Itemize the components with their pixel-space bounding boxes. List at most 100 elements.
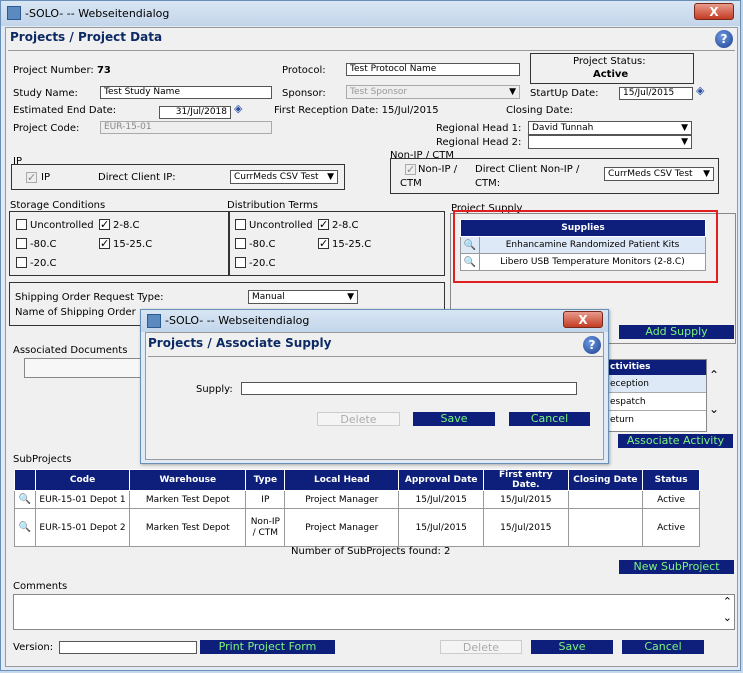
chevron-down-icon: ▼ — [703, 169, 710, 179]
delete-button[interactable]: Delete — [440, 640, 522, 654]
startup-date-label: StartUp Date: — [530, 88, 599, 99]
chevron-down-icon: ▼ — [681, 137, 688, 147]
distribution-2-8c-checkbox[interactable]: ✓ — [318, 219, 329, 230]
direct-client-nonip-select[interactable]: CurrMeds CSV Test ▼ — [604, 167, 714, 181]
comments-textarea[interactable]: ⌃ ⌄ — [13, 594, 735, 630]
shipping-type-label: Shipping Order Request Type: — [15, 292, 164, 303]
column-header: Status — [642, 469, 700, 491]
version-label: Version: — [13, 642, 54, 653]
ip-checkbox-label: IP — [41, 172, 50, 183]
app-icon — [147, 314, 161, 328]
est-end-date-input[interactable]: 31/Jul/2018 — [159, 106, 231, 119]
storage-option-label: -20.C — [30, 258, 57, 269]
regional-head1-select[interactable]: David Tunnah ▼ — [528, 121, 692, 135]
distribution-15-25c-checkbox[interactable]: ✓ — [318, 238, 329, 249]
activity-row[interactable]: espatch — [602, 393, 706, 411]
dialog-save-button[interactable]: Save — [413, 412, 495, 426]
activity-row[interactable]: eturn — [602, 411, 706, 429]
subprojects-table: Code Warehouse Type Local Head Approval … — [14, 469, 700, 547]
nonip-box: ✓ Non-IP / CTM Direct Client Non-IP / CT… — [390, 158, 719, 194]
storage-15-25c-checkbox[interactable]: ✓ — [99, 238, 110, 249]
associated-documents-title: Associated Documents — [13, 345, 128, 356]
project-status-box: Project Status: Active — [530, 53, 694, 84]
associated-documents-list[interactable] — [24, 358, 144, 378]
direct-client-ip-select[interactable]: CurrMeds CSV Test ▼ — [230, 170, 338, 184]
supplies-highlight — [453, 210, 718, 283]
table-row[interactable]: 🔍 EUR-15-01 Depot 2 Marken Test Depot No… — [14, 508, 700, 547]
project-code-label: Project Code: — [13, 123, 80, 134]
subproject-local-head: Project Manager — [284, 508, 400, 547]
direct-client-nonip-label-1: Direct Client Non-IP / — [475, 164, 580, 175]
study-name-input[interactable]: Test Study Name — [100, 86, 272, 99]
subproject-first-entry-date: 15/Jul/2015 — [483, 490, 569, 509]
calendar-icon[interactable]: ◈ — [696, 84, 704, 97]
add-supply-button[interactable]: Add Supply — [619, 325, 734, 339]
distribution-option-label: -80.C — [249, 239, 276, 250]
magnifier-icon[interactable]: 🔍 — [14, 508, 36, 547]
protocol-label: Protocol: — [282, 65, 326, 76]
storage-minus80c-checkbox[interactable] — [16, 238, 27, 249]
distribution-uncontrolled-checkbox[interactable] — [235, 219, 246, 230]
subproject-local-head: Project Manager — [284, 490, 400, 509]
subprojects-title: SubProjects — [13, 454, 72, 465]
nonip-checkbox[interactable]: ✓ — [405, 164, 416, 175]
dialog-delete-button[interactable]: Delete — [317, 412, 400, 426]
project-status-label: Project Status: — [573, 56, 646, 67]
column-header: Closing Date — [567, 469, 644, 491]
nonip-label-1: Non-IP / — [418, 164, 458, 175]
window-titlebar: -SOLO- -- Webseitendialog X — [1, 1, 740, 26]
dialog-content: Projects / Associate Supply ? Supply: De… — [145, 332, 604, 460]
direct-client-ip-label: Direct Client IP: — [98, 172, 176, 183]
sponsor-label: Sponsor: — [282, 88, 326, 99]
distribution-minus80c-checkbox[interactable] — [235, 238, 246, 249]
subproject-warehouse: Marken Test Depot — [129, 508, 247, 547]
dialog-titlebar: -SOLO- -- Webseitendialog X — [141, 310, 608, 332]
help-icon[interactable]: ? — [715, 30, 733, 48]
cancel-button[interactable]: Cancel — [622, 640, 704, 654]
startup-date-input[interactable]: 15/Jul/2015 — [619, 87, 693, 100]
title-divider — [8, 50, 735, 51]
sponsor-select[interactable]: Test Sponsor ▼ — [346, 85, 520, 99]
scroll-up-icon[interactable]: ⌃ — [709, 368, 719, 382]
dialog-cancel-button[interactable]: Cancel — [509, 412, 590, 426]
activity-row[interactable]: eception — [602, 375, 706, 393]
save-button[interactable]: Save — [531, 640, 613, 654]
magnifier-icon[interactable]: 🔍 — [14, 490, 36, 509]
print-project-form-button[interactable]: Print Project Form — [200, 640, 335, 654]
column-header: First entry Date. — [483, 469, 569, 491]
storage-minus20c-checkbox[interactable] — [16, 257, 27, 268]
distribution-minus20c-checkbox[interactable] — [235, 257, 246, 268]
activities-header: ctivities — [602, 360, 706, 375]
subproject-status: Active — [642, 508, 700, 547]
subproject-code: EUR-15-01 Depot 2 — [34, 508, 131, 547]
window-title: -SOLO- -- Webseitendialog — [25, 7, 170, 20]
table-row[interactable]: 🔍 EUR-15-01 Depot 1 Marken Test Depot IP… — [14, 490, 700, 509]
subproject-approval-date: 15/Jul/2015 — [398, 508, 484, 547]
chevron-down-icon: ▼ — [681, 123, 688, 133]
version-input[interactable] — [59, 641, 197, 654]
storage-uncontrolled-checkbox[interactable] — [16, 219, 27, 230]
window-close-button[interactable]: X — [694, 3, 734, 20]
scroll-up-icon[interactable]: ⌃ — [723, 595, 732, 608]
supply-input[interactable] — [241, 382, 577, 395]
project-status-value: Active — [593, 69, 629, 80]
regional-head2-select[interactable]: ▼ — [528, 135, 692, 149]
distribution-option-label: 2-8.C — [332, 220, 359, 231]
project-number-label: Project Number: 73 — [13, 65, 111, 76]
distribution-option-label: -20.C — [249, 258, 276, 269]
scroll-down-icon[interactable]: ⌄ — [709, 402, 719, 416]
associate-activity-button[interactable]: Associate Activity — [618, 434, 733, 448]
dialog-close-button[interactable]: X — [563, 311, 603, 328]
chevron-down-icon: ▼ — [327, 172, 334, 182]
help-icon[interactable]: ? — [583, 336, 601, 354]
study-name-label: Study Name: — [13, 88, 78, 99]
calendar-icon[interactable]: ◈ — [234, 102, 242, 115]
storage-2-8c-checkbox[interactable]: ✓ — [99, 219, 110, 230]
new-subproject-button[interactable]: New SubProject — [619, 560, 734, 574]
shipping-type-select[interactable]: Manual ▼ — [248, 290, 358, 304]
ip-checkbox[interactable]: ✓ — [26, 172, 37, 183]
subproject-code: EUR-15-01 Depot 1 — [34, 490, 131, 509]
scroll-down-icon[interactable]: ⌄ — [723, 611, 732, 624]
protocol-input[interactable]: Test Protocol Name — [346, 63, 520, 76]
page-title: Projects / Project Data — [10, 30, 163, 44]
